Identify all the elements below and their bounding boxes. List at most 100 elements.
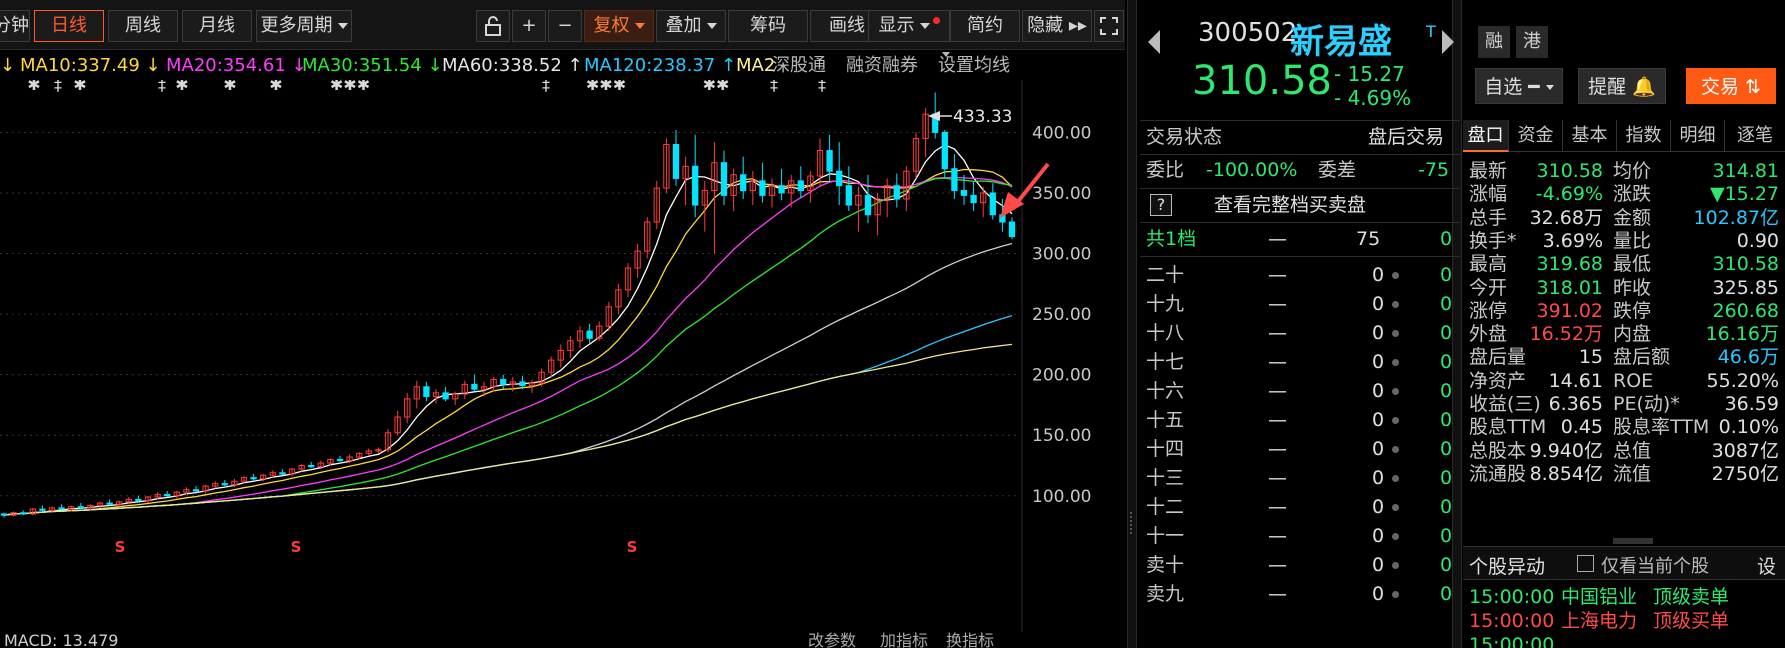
chevron-down-icon	[337, 23, 348, 29]
adjust-dropdown[interactable]: 复权	[584, 10, 654, 42]
quote-key: 总值	[1613, 439, 1652, 462]
candle	[173, 490, 180, 499]
ask-level-qty: 0	[1372, 409, 1385, 431]
ask-level-row[interactable]: 十五 — 0 0	[1140, 405, 1460, 435]
candle-body	[221, 483, 228, 486]
display-label: 显示	[878, 15, 915, 36]
quote-row: 收益(三) 6.365 PE(动)* 36.59	[1463, 391, 1785, 417]
unlock-button[interactable]	[476, 10, 510, 42]
quote-row: 总股本 9.940亿 总值 3087亿	[1463, 438, 1785, 464]
order-ratio-value: -100.00%	[1206, 159, 1298, 181]
period-minute-button[interactable]: 分钟	[0, 10, 30, 42]
tab-tick[interactable]: 逐笔	[1725, 120, 1785, 152]
quote-value: 0.90	[1736, 229, 1779, 252]
hk-tag[interactable]: 港	[1516, 26, 1548, 58]
simple-mode-button[interactable]: 简约	[950, 10, 1020, 42]
ask-level-row[interactable]: 十四 — 0 0	[1140, 434, 1460, 464]
ask-level-row[interactable]: 十二 — 0 0	[1140, 492, 1460, 522]
quote-value: 9.940亿	[1529, 439, 1603, 462]
quote-key: 昨收	[1613, 276, 1652, 299]
stock-event-row[interactable]: 15:00:00	[1463, 632, 1785, 648]
margin-tag[interactable]: 融	[1478, 26, 1510, 58]
question-icon[interactable]: ?	[1150, 194, 1172, 216]
more-periods-dropdown[interactable]: 更多周期	[256, 10, 352, 42]
ask-level-row[interactable]: 卖九 — 0 0	[1140, 579, 1460, 609]
current-stock-only-checkbox[interactable]	[1577, 555, 1594, 572]
zoom-in-button[interactable]: +	[512, 10, 546, 42]
quote-row: 最新 310.58 均价 314.81	[1463, 158, 1785, 184]
ma60-line	[3, 242, 1013, 516]
display-dropdown[interactable]: 显示	[868, 10, 950, 42]
ask-level-row[interactable]: 十八 — 0 0	[1140, 318, 1460, 348]
candle	[778, 168, 785, 201]
hide-button[interactable]: 隐藏 ▸▸	[1022, 10, 1092, 42]
quote-key: 换手*	[1469, 229, 1517, 252]
ma5-arrow: ↓	[0, 55, 16, 76]
tab-handicap-label: 盘口	[1467, 125, 1504, 146]
divider	[1140, 120, 1460, 121]
alert-label: 提醒 🔔	[1588, 76, 1656, 98]
candle	[461, 380, 468, 399]
period-monthly-button[interactable]: 月线	[182, 10, 252, 42]
stock-event-row[interactable]: 15:00:00 上海电力 顶级买单	[1463, 608, 1785, 634]
ask-level-row[interactable]: 十七 — 0 0	[1140, 347, 1460, 377]
candle	[432, 389, 440, 404]
tab-handicap[interactable]: 盘口	[1463, 120, 1509, 152]
quote-key: 涨幅	[1469, 183, 1508, 206]
events-settings-button[interactable]: 设	[1757, 552, 1776, 579]
stock-event-row[interactable]: 15:00:00 中国铝业 顶级卖单	[1463, 584, 1785, 610]
candle	[336, 455, 344, 462]
watchlist-button[interactable]: 自选 ━	[1475, 68, 1563, 104]
kline-chart[interactable]: 400.00 350.00 300.00 250.00 200.00 150.00 100.…	[0, 80, 1125, 632]
ask-level-row[interactable]: 十六 — 0 0	[1140, 376, 1460, 406]
fullscreen-button[interactable]	[1094, 10, 1124, 42]
hk-connect-toggle[interactable]: 深股通	[772, 52, 826, 80]
switch-indicator-button[interactable]: 换指标	[946, 632, 994, 648]
quote-key: 跌停	[1613, 299, 1652, 322]
add-indicator-button[interactable]: 加指标	[880, 632, 928, 648]
event-marker-icon: ‡	[158, 80, 166, 94]
panel-resize-handle[interactable]	[1613, 538, 1653, 544]
hk-tag-label: 港	[1523, 31, 1541, 52]
chevron-down-icon	[942, 52, 950, 57]
ask-level-row[interactable]: 十三 — 0 0	[1140, 463, 1460, 493]
panel-splitter[interactable]	[1127, 0, 1137, 648]
full-book-row[interactable]: ? 查看完整档买卖盘	[1140, 190, 1460, 220]
candle	[596, 321, 603, 341]
ask-level-row[interactable]: 卖十 — 0 0	[1140, 550, 1460, 580]
price-tick-label: 250.00	[1032, 305, 1091, 325]
candle	[836, 142, 843, 206]
margin-trading-toggle[interactable]: 融资融券	[846, 52, 918, 80]
tab-index[interactable]: 指数	[1617, 120, 1671, 152]
ma30-label: MA30:351.54 ↓	[302, 55, 443, 76]
candle-body	[519, 381, 526, 387]
t-badge: T	[1426, 22, 1436, 41]
prev-stock-icon[interactable]	[1148, 30, 1160, 54]
trade-button[interactable]: 交易 ⇅	[1686, 68, 1776, 104]
event-marker-icon: ✱	[223, 80, 236, 94]
next-stock-icon[interactable]	[1442, 30, 1454, 54]
macd-params-button[interactable]: 改参数	[808, 632, 856, 648]
ma20-label: MA20:354.61 ↓	[166, 55, 307, 76]
ma30-line	[3, 177, 1013, 516]
period-daily-button[interactable]: 日线	[34, 10, 104, 42]
ask-level-row[interactable]: 十九 — 0 0	[1140, 289, 1460, 319]
candle-body	[279, 472, 286, 475]
ask-level-row[interactable]: 二十 — 0 0	[1140, 260, 1460, 290]
quote-key: ROE	[1613, 369, 1654, 392]
overlay-dropdown[interactable]: 叠加	[656, 10, 726, 42]
candle	[548, 356, 555, 378]
simple-mode-label: 简约	[967, 15, 1003, 36]
full-book-link[interactable]: 查看完整档买卖盘	[1214, 190, 1366, 220]
zoom-out-button[interactable]: −	[548, 10, 582, 42]
quote-key: 涨跌	[1613, 183, 1652, 206]
candle	[452, 391, 459, 405]
tab-funds[interactable]: 资金	[1509, 120, 1563, 152]
chips-button[interactable]: 筹码	[728, 10, 808, 42]
period-weekly-button[interactable]: 周线	[108, 10, 178, 42]
tab-basic[interactable]: 基本	[1563, 120, 1617, 152]
tab-details[interactable]: 明细	[1671, 120, 1725, 152]
ask-level-row[interactable]: 十一 — 0 0	[1140, 521, 1460, 551]
alert-button[interactable]: 提醒 🔔	[1578, 68, 1666, 104]
quote-key: 最高	[1469, 253, 1508, 276]
